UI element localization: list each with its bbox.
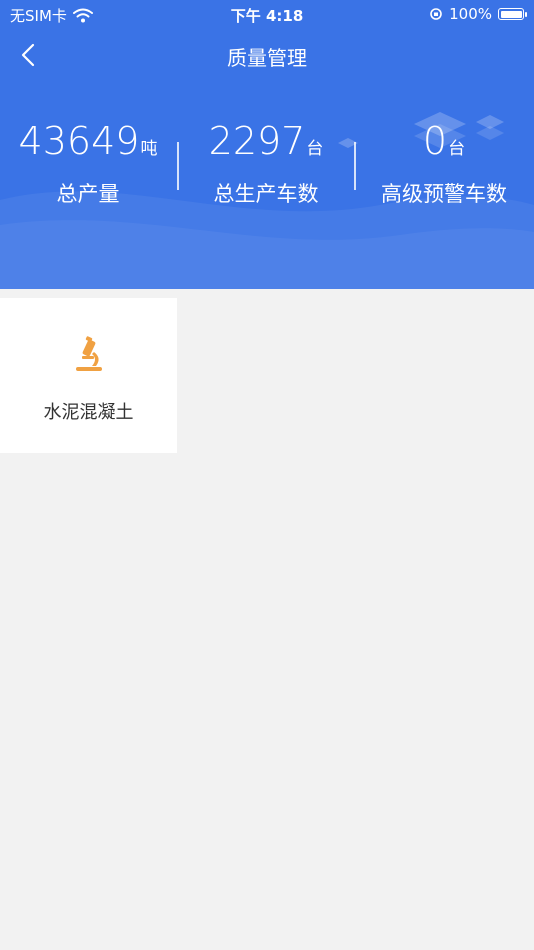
battery-percent: 100% bbox=[449, 5, 492, 23]
stat-total-output-unit: 吨 bbox=[140, 139, 158, 159]
stat-total-vehicles-unit: 台 bbox=[306, 139, 324, 159]
stat-warning-vehicles-value: 0 bbox=[422, 119, 448, 163]
stat-total-vehicles-value: 2297 bbox=[208, 119, 306, 163]
stat-total-output-value: 43649 bbox=[18, 119, 140, 163]
orientation-lock-icon bbox=[430, 8, 442, 20]
stat-warning-vehicles-unit: 台 bbox=[448, 139, 466, 159]
nav-bar: 质量管理 bbox=[0, 30, 534, 80]
stat-total-output: 43649吨 总产量 bbox=[0, 118, 176, 208]
stats-row: 43649吨 总产量 2297台 总生产车数 0台 高级预警车数 bbox=[0, 118, 534, 218]
status-bar: 无SIM卡 下午 4:18 100% bbox=[0, 0, 534, 30]
stat-divider bbox=[177, 142, 179, 190]
battery-icon bbox=[498, 8, 527, 20]
header-banner: 无SIM卡 下午 4:18 100% 质量管理 43649吨 总产量 2297台… bbox=[0, 0, 534, 289]
microscope-icon bbox=[76, 336, 102, 371]
stat-warning-vehicles-label: 高级预警车数 bbox=[381, 182, 507, 206]
stat-total-output-label: 总产量 bbox=[56, 182, 120, 206]
stat-warning-vehicles: 0台 高级预警车数 bbox=[356, 118, 532, 208]
stat-total-vehicles: 2297台 总生产车数 bbox=[180, 118, 352, 208]
page-title: 质量管理 bbox=[227, 46, 307, 70]
module-card-label: 水泥混凝土 bbox=[43, 402, 134, 423]
module-card-cement-concrete[interactable]: 水泥混凝土 bbox=[0, 298, 177, 453]
stat-total-vehicles-label: 总生产车数 bbox=[213, 182, 319, 206]
